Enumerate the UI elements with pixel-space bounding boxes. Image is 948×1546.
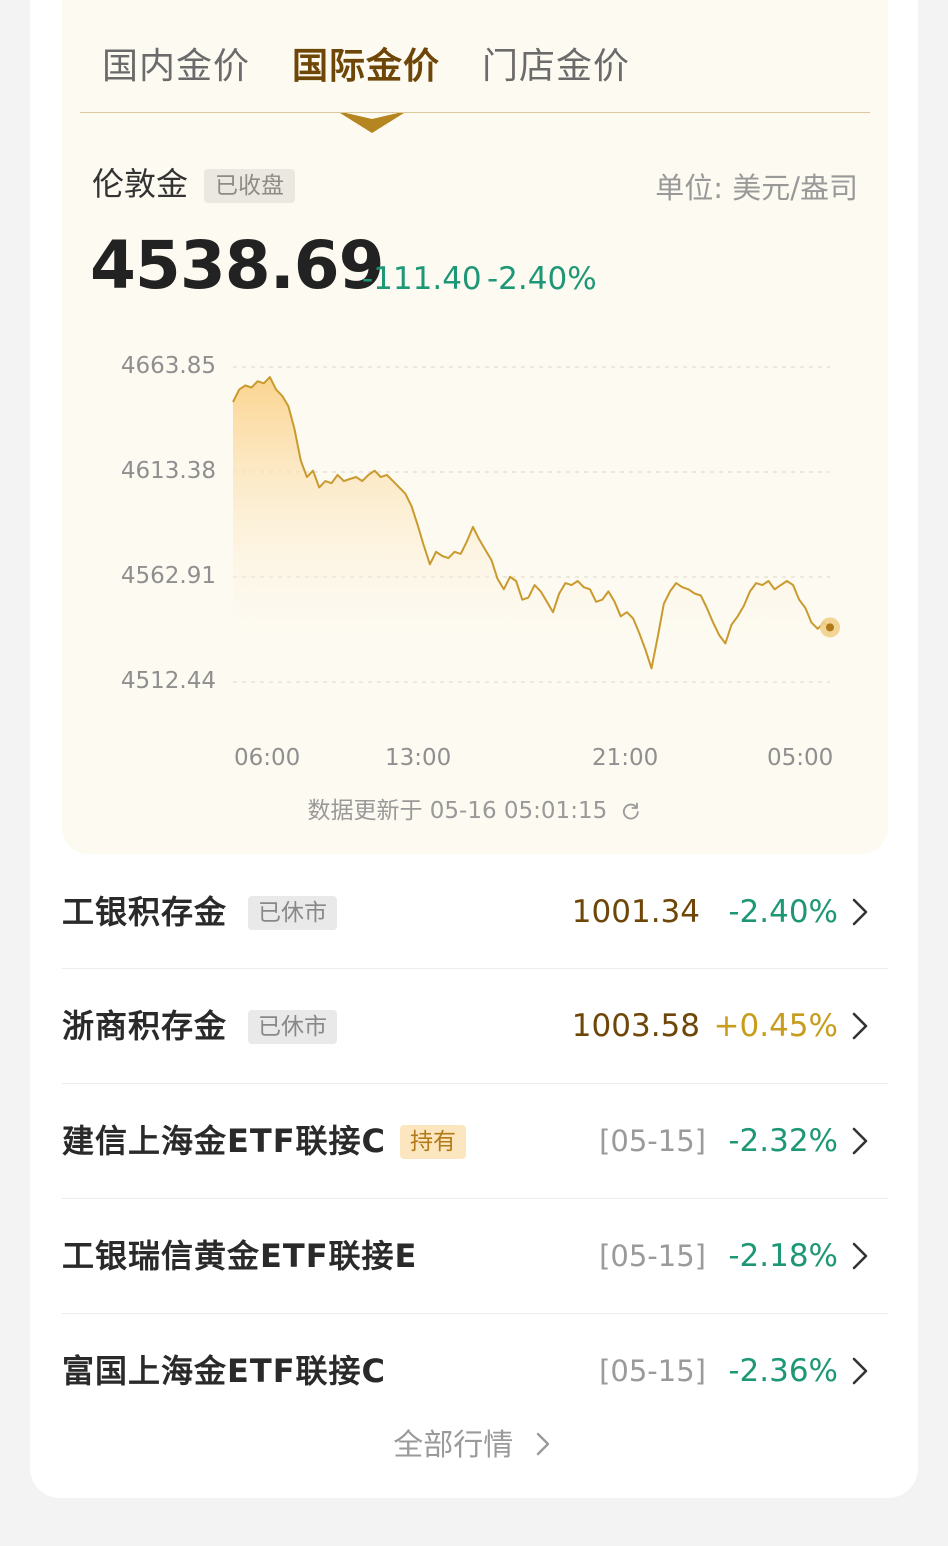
y-tick-label: 4562.91 <box>120 563 216 589</box>
quote-date: [05-15] <box>599 1124 706 1158</box>
row-divider <box>62 968 888 969</box>
x-tick-label: 21:00 <box>592 745 659 771</box>
holding-badge: 持有 <box>400 1125 466 1159</box>
x-tick-label: 13:00 <box>385 745 452 771</box>
refresh-icon[interactable] <box>621 801 641 821</box>
list-item[interactable]: 浙商积存金 已休市 1003.58 +0.45% <box>62 970 888 1084</box>
data-update-info: 数据更新于 05-16 05:01:15 <box>0 797 948 825</box>
product-change-percent: -2.36% <box>728 1353 838 1389</box>
product-price: 1001.34 <box>571 894 700 930</box>
product-name: 建信上海金ETF联接C <box>62 1122 387 1160</box>
status-badge: 已休市 <box>248 1010 337 1044</box>
list-item[interactable]: 富国上海金ETF联接C [05-15] -2.36% <box>62 1315 888 1429</box>
product-name: 工银积存金 <box>62 893 228 931</box>
chevron-right-icon <box>852 1357 868 1385</box>
row-divider <box>62 1083 888 1084</box>
y-tick-label: 4663.85 <box>120 353 216 379</box>
list-item[interactable]: 建信上海金ETF联接C 持有 [05-15] -2.32% <box>62 1085 888 1199</box>
product-name: 富国上海金ETF联接C <box>62 1352 387 1390</box>
all-quotes-link[interactable]: 全部行情 <box>0 1426 948 1466</box>
price-area-fill <box>233 377 830 682</box>
x-tick-label: 05:00 <box>767 745 834 771</box>
quote-date: [05-15] <box>599 1354 706 1388</box>
product-change-percent: -2.18% <box>728 1238 838 1274</box>
all-quotes-label: 全部行情 <box>393 1428 514 1463</box>
chevron-right-icon <box>536 1432 549 1456</box>
chevron-right-icon <box>852 1127 868 1155</box>
y-tick-label: 4613.38 <box>120 458 216 484</box>
quote-date: [05-15] <box>599 1239 706 1273</box>
status-badge: 已休市 <box>248 896 337 930</box>
chevron-right-icon <box>852 1012 868 1040</box>
product-name: 工银瑞信黄金ETF联接E <box>62 1237 418 1275</box>
row-divider <box>62 1313 888 1314</box>
product-change-percent: +0.45% <box>713 1008 838 1044</box>
chevron-right-icon <box>852 898 868 926</box>
product-price: 1003.58 <box>571 1008 700 1044</box>
row-divider <box>62 1198 888 1199</box>
list-item[interactable]: 工银积存金 已休市 1001.34 -2.40% <box>62 856 888 970</box>
chevron-right-icon <box>852 1242 868 1270</box>
product-name: 浙商积存金 <box>62 1007 228 1045</box>
x-tick-label: 06:00 <box>234 745 301 771</box>
y-tick-label: 4512.44 <box>120 668 216 694</box>
product-change-percent: -2.32% <box>728 1123 838 1159</box>
list-item[interactable]: 工银瑞信黄金ETF联接E [05-15] -2.18% <box>62 1200 888 1314</box>
product-change-percent: -2.40% <box>728 894 838 930</box>
update-timestamp: 数据更新于 05-16 05:01:15 <box>307 798 608 824</box>
last-price-point <box>826 623 834 632</box>
